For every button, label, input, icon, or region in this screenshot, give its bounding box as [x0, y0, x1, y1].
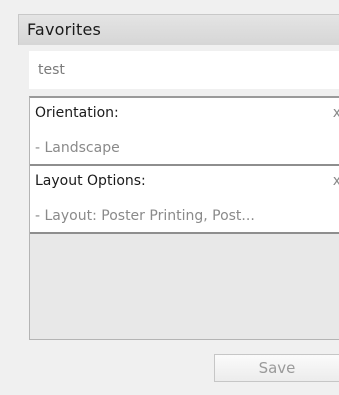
setting-group-orientation[interactable]: Orientation: x - Landscape	[30, 98, 339, 166]
favorite-name-input[interactable]	[29, 51, 339, 89]
setting-group-value: - Layout: Poster Printing, Post...	[35, 208, 255, 224]
setting-group-title: Orientation:	[35, 105, 119, 121]
setting-group-value: - Landscape	[35, 140, 120, 156]
favorite-settings-list: Orientation: x - Landscape Layout Option…	[29, 96, 339, 340]
favorites-header: Favorites	[18, 14, 339, 45]
remove-setting-icon[interactable]: x	[333, 173, 339, 189]
save-button[interactable]: Save	[214, 354, 339, 382]
favorites-title: Favorites	[27, 20, 102, 39]
setting-group-title: Layout Options:	[35, 173, 146, 189]
setting-group-layout-options[interactable]: Layout Options: x - Layout: Poster Print…	[30, 166, 339, 234]
remove-setting-icon[interactable]: x	[333, 105, 339, 121]
favorites-panel: Favorites Orientation: x - Landscape Lay…	[0, 0, 339, 395]
